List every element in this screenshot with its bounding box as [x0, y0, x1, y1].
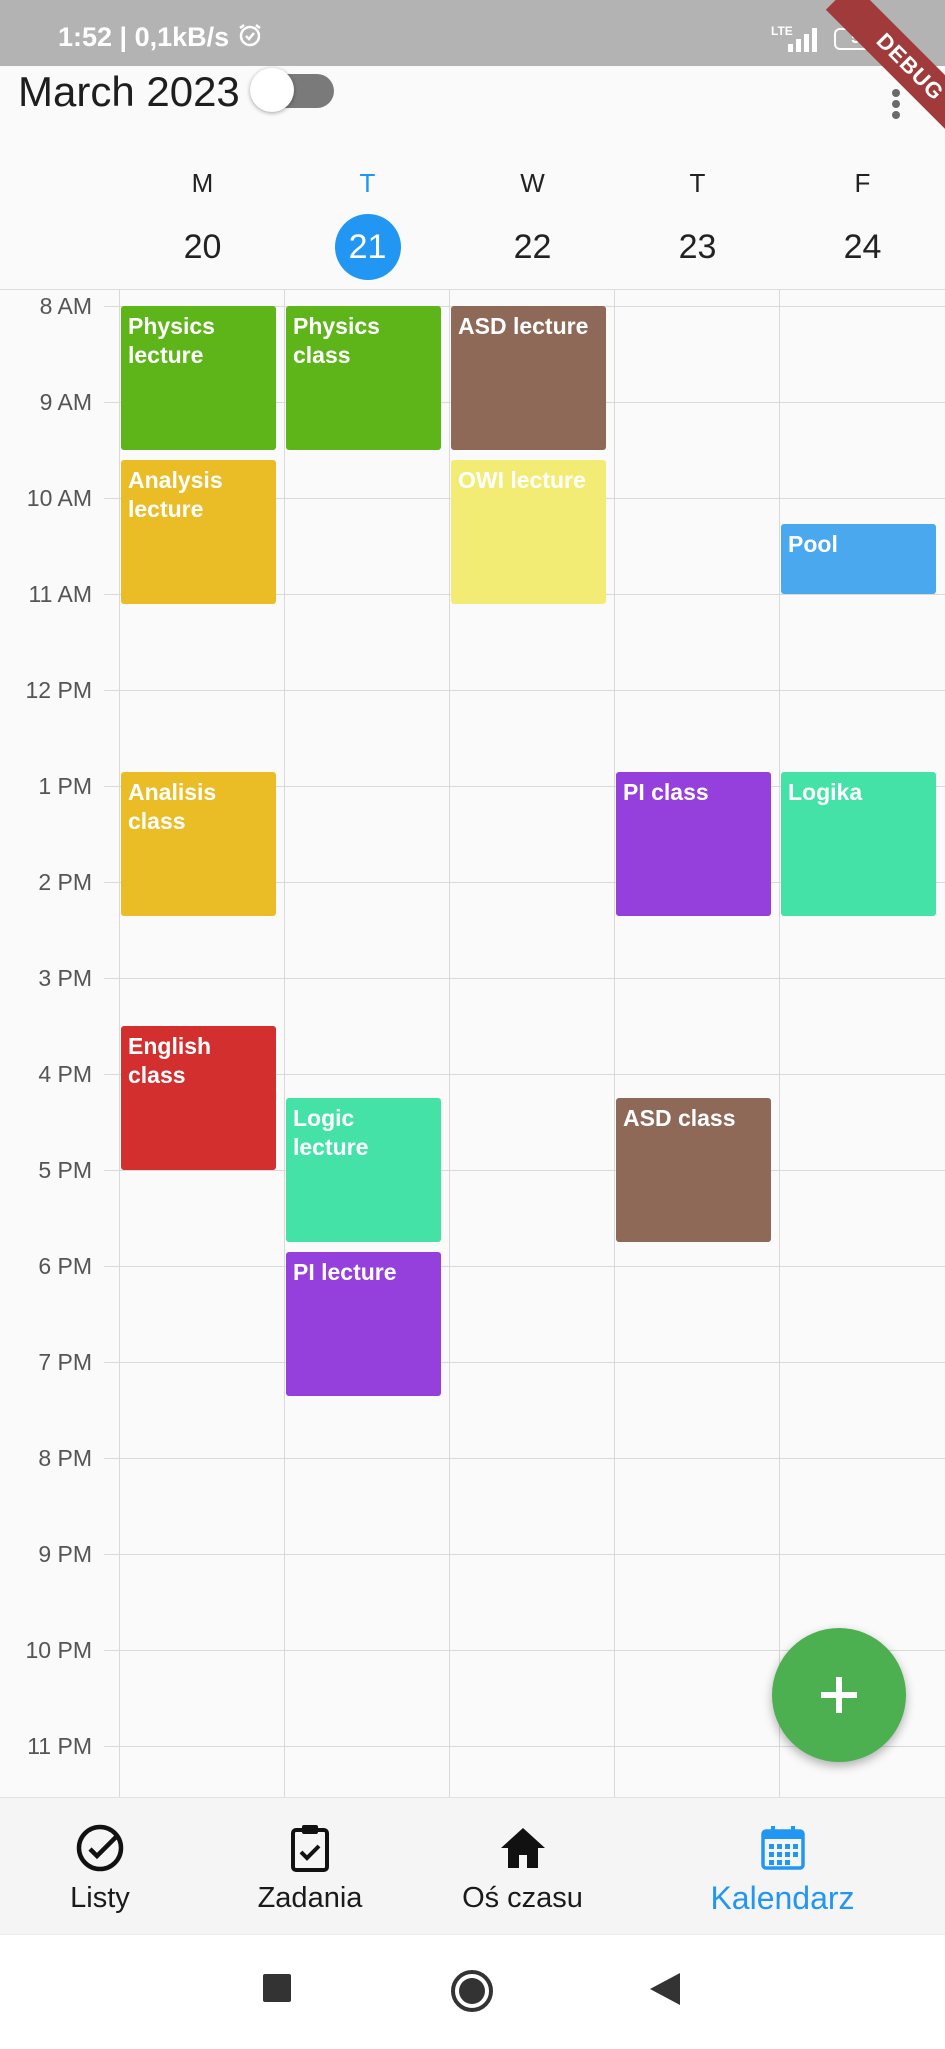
calendar-event[interactable]: PI class [616, 771, 771, 916]
hour-gridline [104, 1170, 945, 1171]
day-header-20[interactable]: M 20 [120, 166, 285, 280]
plus-icon [821, 1677, 857, 1713]
calendar-event[interactable]: Physics lecture [121, 306, 276, 450]
calendar-event[interactable]: Analysis lecture [121, 459, 276, 604]
system-navigation-bar [0, 1934, 945, 2049]
day-column-divider [119, 290, 120, 1797]
hour-label: 10 AM [26, 485, 92, 511]
calendar-event[interactable]: Physics class [286, 306, 441, 450]
day-of-week: T [689, 168, 706, 198]
day-column-divider [284, 290, 285, 1797]
calendar-event[interactable]: Logika [781, 771, 936, 916]
home-system-button[interactable] [450, 1969, 494, 2018]
nav-label-kalendarz: Kalendarz [710, 1880, 855, 1916]
view-toggle[interactable] [250, 68, 334, 112]
header-divider [0, 289, 945, 290]
back-button[interactable] [648, 1971, 682, 2012]
calendar-event[interactable]: English class [121, 1026, 276, 1170]
check-circle-icon [76, 1824, 124, 1872]
nav-item-os-czasu[interactable]: Oś czasu [455, 1798, 590, 1935]
hour-label: 3 PM [38, 965, 92, 991]
nav-item-zadania[interactable]: Zadania [245, 1798, 375, 1935]
hour-label: 4 PM [38, 1061, 92, 1087]
nav-item-kalendarz[interactable]: Kalendarz [700, 1798, 865, 1935]
battery-icon: 51 [834, 28, 886, 50]
hour-label: 9 AM [39, 389, 92, 415]
nav-label-listy: Listy [70, 1882, 130, 1914]
day-of-week: T [359, 168, 376, 198]
nav-label-os-czasu: Oś czasu [462, 1882, 583, 1914]
add-event-button[interactable] [772, 1628, 906, 1762]
day-of-week: F [854, 168, 871, 198]
home-icon [500, 1828, 545, 1868]
hour-label: 6 PM [38, 1253, 92, 1279]
calendar-event[interactable]: OWI lecture [451, 459, 606, 604]
day-header-22[interactable]: W 22 [450, 166, 615, 280]
hour-gridline [104, 1362, 945, 1363]
day-of-month: 23 [678, 228, 717, 266]
day-of-month: 22 [513, 228, 552, 266]
calendar-event[interactable]: ASD lecture [451, 306, 606, 450]
signal-icon [788, 28, 822, 57]
hour-label: 11 AM [28, 581, 93, 607]
hour-gridline [104, 1458, 945, 1459]
day-column-divider [779, 290, 780, 1797]
hour-label: 10 PM [25, 1637, 92, 1663]
circle-icon [451, 1970, 493, 2012]
hour-label: 12 PM [25, 677, 92, 703]
recents-button[interactable] [262, 1973, 292, 2008]
calendar-event[interactable]: Pool [781, 523, 936, 594]
day-of-month: 24 [843, 228, 882, 266]
square-icon [263, 1974, 291, 2002]
day-header-23[interactable]: T 23 [615, 166, 780, 280]
more-menu-icon[interactable] [886, 86, 906, 120]
day-column-divider [614, 290, 615, 1797]
hour-gridline [104, 978, 945, 979]
bottom-navigation: Listy Zadania Oś czasu Kalendarz [0, 1797, 945, 1935]
hour-gridline [104, 690, 945, 691]
day-of-week: M [191, 168, 214, 198]
hour-label: 8 PM [38, 1445, 92, 1471]
status-time: 1:52 | 0,1kB/s [58, 22, 263, 55]
hour-label: 7 PM [38, 1349, 92, 1375]
month-title: March 2023 [18, 68, 240, 115]
hour-label: 11 PM [27, 1733, 92, 1759]
nav-item-listy[interactable]: Listy [40, 1798, 160, 1935]
hour-label: 9 PM [38, 1541, 92, 1567]
day-of-month: 21 [334, 214, 401, 280]
alarm-icon [237, 22, 263, 55]
calendar-event[interactable]: Logic lecture [286, 1098, 441, 1242]
calendar-event[interactable]: PI lecture [286, 1251, 441, 1396]
hour-label: 8 AM [39, 293, 92, 319]
day-header-21[interactable]: T 21 [285, 166, 450, 280]
nav-label-zadania: Zadania [257, 1882, 363, 1914]
calendar-icon [760, 1826, 805, 1870]
hour-gridline [104, 1554, 945, 1555]
day-of-week: W [520, 168, 545, 198]
status-bar: 1:52 | 0,1kB/s LTE 51 [0, 0, 945, 66]
hour-label: 5 PM [38, 1157, 92, 1183]
toggle-thumb [250, 68, 294, 112]
calendar-event[interactable]: Analisis class [121, 771, 276, 916]
hour-label: 1 PM [38, 773, 92, 799]
day-column-divider [449, 290, 450, 1797]
hour-label: 2 PM [38, 869, 92, 895]
back-triangle-icon [650, 1973, 680, 2005]
clipboard-check-icon [291, 1825, 329, 1872]
day-header-24[interactable]: F 24 [780, 166, 945, 280]
hour-gridline [104, 1266, 945, 1267]
day-of-month: 20 [183, 228, 222, 266]
calendar-event[interactable]: ASD class [616, 1098, 771, 1242]
